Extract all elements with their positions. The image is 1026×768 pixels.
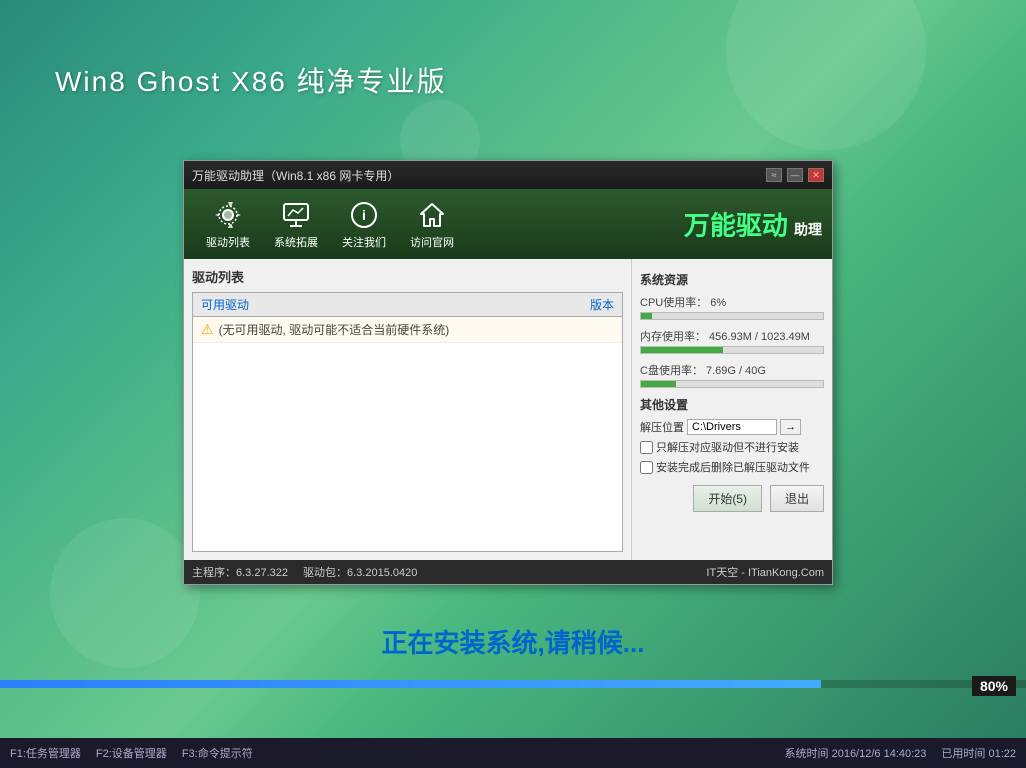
driver-table-header: 可用驱动 版本 (193, 293, 622, 317)
installing-text: 正在安装系统,请稍候... (382, 623, 645, 660)
mem-bar-bg (640, 346, 824, 354)
driver-list-title: 驱动列表 (192, 267, 623, 286)
logo-sub-text: 助理 (794, 222, 822, 238)
exit-button[interactable]: 退出 (770, 485, 824, 512)
toolbar-sys-expand-label: 系统拓展 (274, 234, 318, 250)
warning-icon: ⚠ (201, 321, 214, 338)
info-icon: i (348, 199, 380, 231)
disk-label: C盘使用率： 7.69G / 40G (640, 362, 824, 378)
toolbar-about-us[interactable]: i 关注我们 (330, 194, 398, 255)
logo-main-text: 万能驱动 (684, 212, 788, 241)
cpu-bar-fill (641, 313, 652, 319)
sys-resources-title: 系统资源 (640, 271, 824, 288)
window-title: 万能驱动助理（Win8.1 x86 网卡专用） (192, 167, 399, 184)
other-settings-title: 其他设置 (640, 396, 824, 413)
toolbar-visit-site[interactable]: 访问官网 (398, 194, 466, 255)
close-button[interactable]: ✕ (808, 168, 824, 182)
right-panel: 系统资源 CPU使用率： 6% 内存使用率： 456.93M / 1023.49… (632, 259, 832, 560)
checkbox2-label: 安装完成后删除已解压驱动文件 (656, 459, 810, 475)
app-window: 万能驱动助理（Win8.1 x86 网卡专用） ≈ — ✕ 驱动列表 (183, 160, 833, 585)
checkbox2[interactable] (640, 461, 653, 474)
progress-bar (0, 680, 821, 688)
toolbar-about-label: 关注我们 (342, 234, 386, 250)
toolbar-driver-list-label: 驱动列表 (206, 234, 250, 250)
disk-resource: C盘使用率： 7.69G / 40G (640, 362, 824, 388)
app-logo: 万能驱动 助理 (684, 206, 822, 243)
decomp-input[interactable] (687, 419, 777, 435)
taskbar: F1:任务管理器 F2:设备管理器 F3:命令提示符 系统时间 2016/12/… (0, 738, 1026, 768)
start-button[interactable]: 开始(5) (693, 485, 762, 512)
mem-bar-fill (641, 347, 723, 353)
taskbar-left: F1:任务管理器 F2:设备管理器 F3:命令提示符 (10, 745, 253, 761)
driver-package: 驱动包：6.3.2015.0420 (303, 564, 417, 580)
decomp-label: 解压位置 (640, 419, 684, 435)
col-name-header: 可用驱动 (201, 296, 534, 313)
checkbox2-row: 安装完成后删除已解压驱动文件 (640, 459, 824, 475)
taskbar-device-manager[interactable]: F2:设备管理器 (96, 745, 167, 761)
driver-row-empty: ⚠ (无可用驱动, 驱动可能不适合当前硬件系统) (193, 317, 622, 343)
checkbox1[interactable] (640, 441, 653, 454)
progress-badge: 80% (972, 676, 1016, 696)
mem-label: 内存使用率： 456.93M / 1023.49M (640, 328, 824, 344)
brand-label: IT天空 - ITianKong.Com (706, 564, 824, 580)
driver-message: (无可用驱动, 驱动可能不适合当前硬件系统) (219, 321, 450, 338)
minimize-button[interactable]: — (787, 168, 803, 182)
svg-text:i: i (362, 207, 366, 223)
toolbar-sys-expand[interactable]: 系统拓展 (262, 194, 330, 255)
taskbar-cmd[interactable]: F3:命令提示符 (182, 745, 253, 761)
cpu-bar-bg (640, 312, 824, 320)
decomp-row: 解压位置 → (640, 419, 824, 435)
driver-table: 可用驱动 版本 ⚠ (无可用驱动, 驱动可能不适合当前硬件系统) (192, 292, 623, 552)
home-icon (416, 199, 448, 231)
status-left: 主程序：6.3.27.322 驱动包：6.3.2015.0420 (192, 564, 417, 580)
progress-container (0, 680, 1026, 688)
taskbar-elapsed: 已用时间 01:22 (941, 745, 1016, 761)
col-version-header: 版本 (534, 296, 614, 313)
checkbox1-row: 只解压对应驱动但不进行安装 (640, 439, 824, 455)
left-panel: 驱动列表 可用驱动 版本 ⚠ (无可用驱动, 驱动可能不适合当前硬件系统) (184, 259, 632, 560)
mem-resource: 内存使用率： 456.93M / 1023.49M (640, 328, 824, 354)
decomp-browse-button[interactable]: → (780, 419, 801, 435)
taskbar-datetime: 系统时间 2016/12/6 14:40:23 (785, 745, 927, 761)
monitor-icon (280, 199, 312, 231)
wifi-icon: ≈ (766, 168, 782, 182)
cpu-label: CPU使用率： 6% (640, 294, 824, 310)
gear-icon (212, 199, 244, 231)
toolbar-driver-list[interactable]: 驱动列表 (194, 194, 262, 255)
toolbar: 驱动列表 系统拓展 i 关注我们 (184, 189, 832, 259)
status-bar: 主程序：6.3.27.322 驱动包：6.3.2015.0420 IT天空 - … (184, 560, 832, 584)
taskbar-task-manager[interactable]: F1:任务管理器 (10, 745, 81, 761)
other-settings: 其他设置 解压位置 → 只解压对应驱动但不进行安装 安装完成后删除已解压驱动文件… (640, 396, 824, 512)
disk-bar-fill (641, 381, 676, 387)
desktop-title: Win8 Ghost X86 纯净专业版 (55, 60, 447, 100)
toolbar-visit-label: 访问官网 (410, 234, 454, 250)
content-area: 驱动列表 可用驱动 版本 ⚠ (无可用驱动, 驱动可能不适合当前硬件系统) 系统… (184, 259, 832, 560)
main-version: 主程序：6.3.27.322 (192, 564, 288, 580)
action-buttons: 开始(5) 退出 (640, 485, 824, 512)
taskbar-right: 系统时间 2016/12/6 14:40:23 已用时间 01:22 (785, 745, 1016, 761)
disk-bar-bg (640, 380, 824, 388)
cpu-resource: CPU使用率： 6% (640, 294, 824, 320)
checkbox1-label: 只解压对应驱动但不进行安装 (656, 439, 799, 455)
window-controls: ≈ — ✕ (766, 168, 824, 182)
window-titlebar: 万能驱动助理（Win8.1 x86 网卡专用） ≈ — ✕ (184, 161, 832, 189)
